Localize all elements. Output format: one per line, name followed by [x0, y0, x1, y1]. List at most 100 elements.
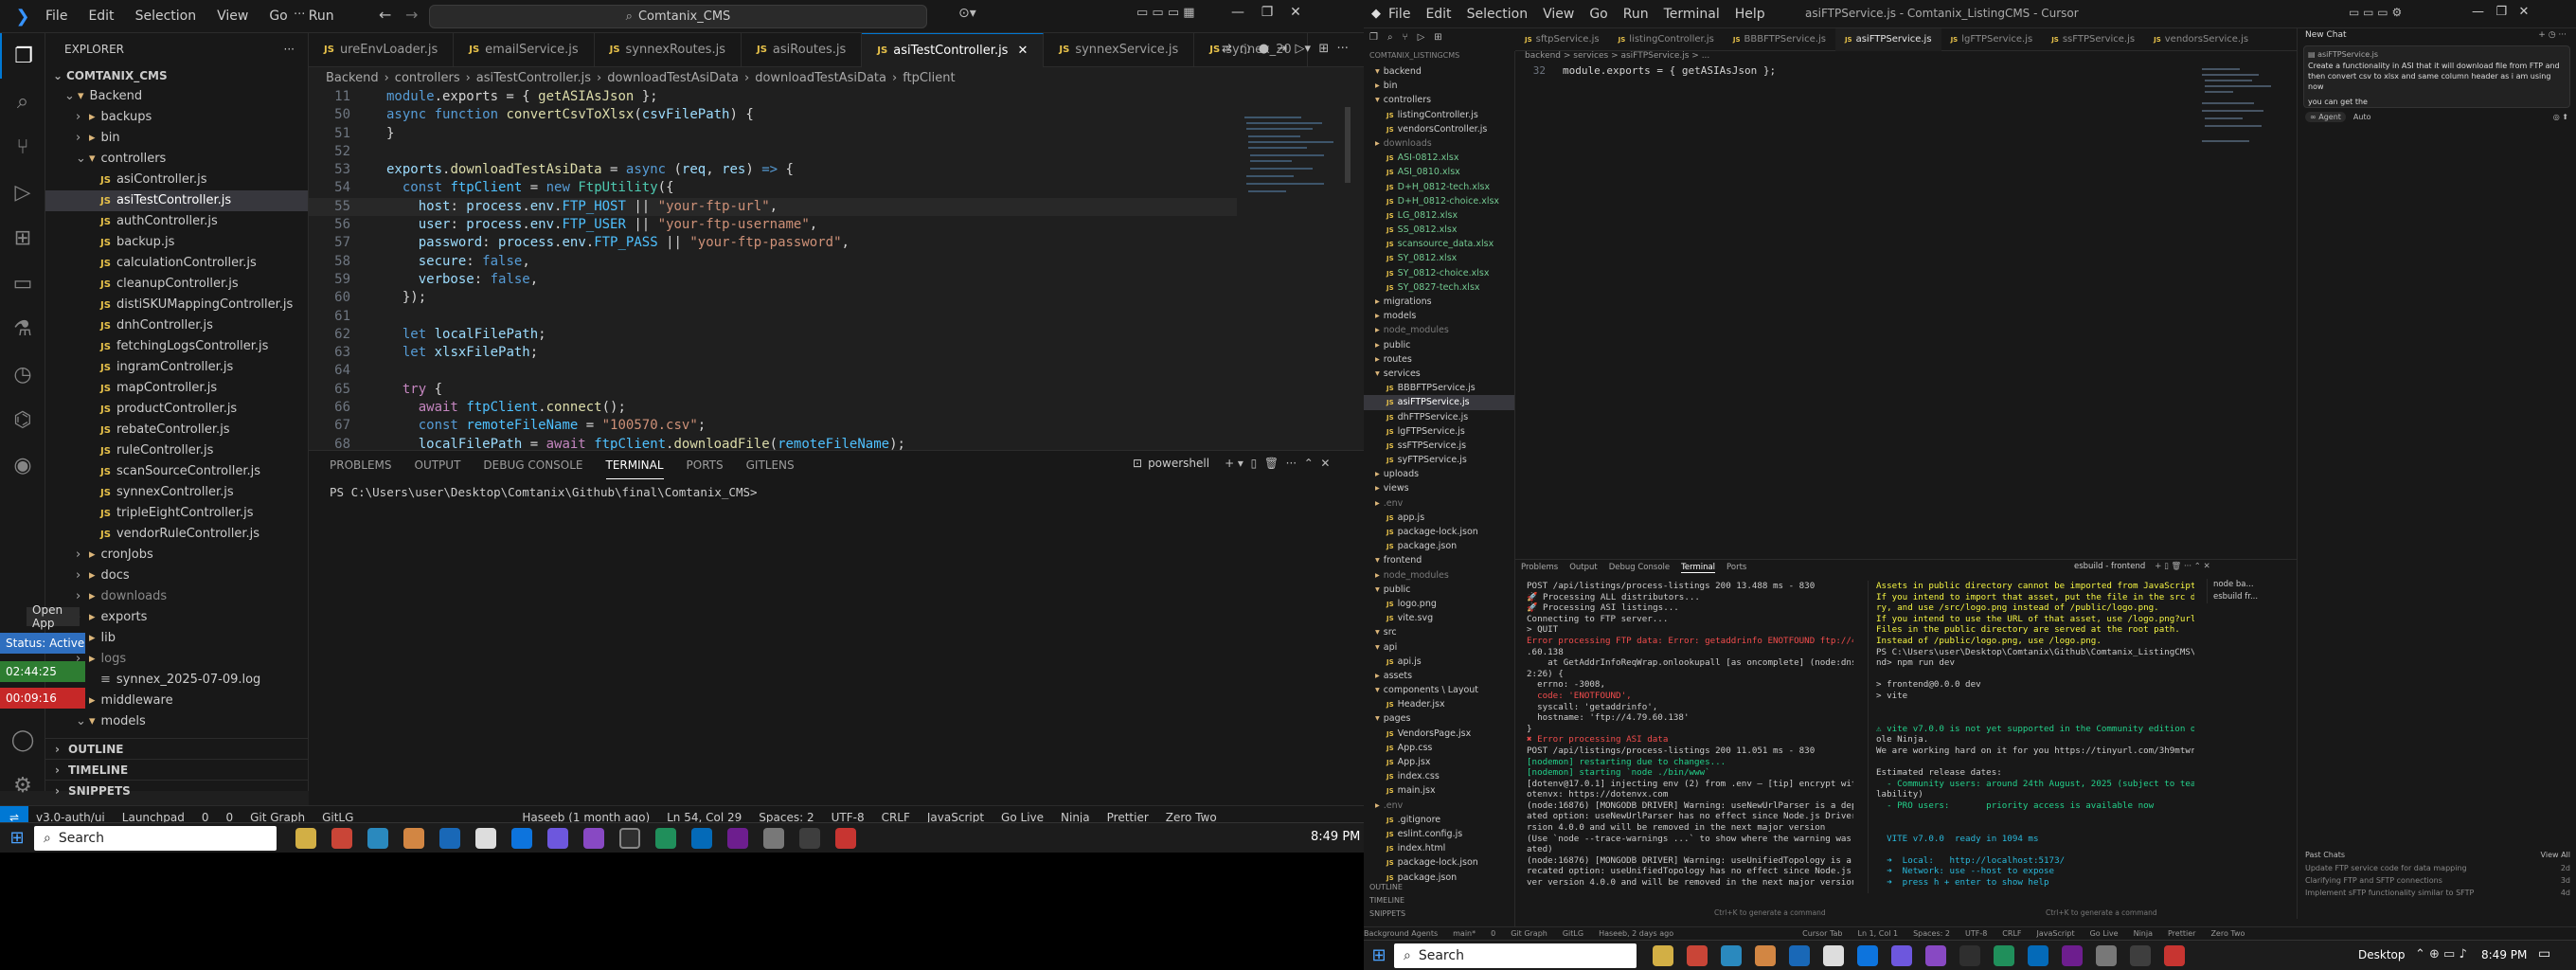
cursor-tree-item[interactable]: ▸ node_modules: [1364, 323, 1514, 337]
cursor-tree-item[interactable]: ▸ routes: [1364, 352, 1514, 367]
layout-icons[interactable]: ▭ ▭ ▭ ▦: [1136, 6, 1195, 20]
cursor-tree-item[interactable]: JS Header.jsx: [1364, 697, 1514, 711]
tree-item[interactable]: JS cleanupController.js: [45, 274, 308, 295]
editor-tab[interactable]: JS ureEnvLoader.js: [309, 32, 455, 67]
taskbar-search[interactable]: ⌕ Search: [1394, 943, 1637, 968]
terminal-instance-item[interactable]: node ba...: [2213, 579, 2297, 591]
tree-item[interactable]: JS dnhController.js: [45, 315, 308, 336]
menu-item-file[interactable]: File: [45, 9, 67, 24]
cursor-tree-item[interactable]: JS logo.png: [1364, 597, 1514, 611]
tree-item[interactable]: JS asiController.js: [45, 170, 308, 190]
menu-item-run[interactable]: Run: [1623, 7, 1649, 22]
workspace-root[interactable]: ⌄ COMTANIX_CMS: [45, 65, 308, 86]
tray-icons[interactable]: ⌃ ⊕ ▭ ♪: [2415, 947, 2467, 961]
terminal-instance-item[interactable]: esbuild fr...: [2213, 591, 2297, 603]
vscode-blue-icon[interactable]: [691, 827, 712, 849]
cursor-tree-item[interactable]: JS D+H_0812-choice.xlsx: [1364, 194, 1514, 208]
cursor-tree-item[interactable]: ▸ node_modules: [1364, 568, 1514, 583]
cursor-tree-item[interactable]: JS listingController.js: [1364, 108, 1514, 122]
cursor-status-item[interactable]: Git Graph: [1511, 929, 1547, 938]
settings-icon[interactable]: [799, 827, 820, 849]
window-controls[interactable]: — ❐ ✕: [2472, 5, 2529, 19]
cursor-tree-item[interactable]: JS vite.svg: [1364, 611, 1514, 625]
source-control-icon[interactable]: ⑂: [1403, 32, 1408, 43]
desktop-label[interactable]: Desktop: [2358, 948, 2406, 961]
breadcrumb-item[interactable]: Backend: [326, 71, 379, 85]
cursor-panel-tab[interactable]: Debug Console: [1609, 563, 1670, 572]
settings-icon[interactable]: [2130, 944, 2151, 966]
cursor-tree-item[interactable]: JS package-lock.json: [1364, 525, 1514, 539]
search-icon[interactable]: ⌕: [0, 79, 45, 124]
onenote-icon[interactable]: [2062, 944, 2083, 966]
past-chat-item[interactable]: Update FTP service code for data mapping…: [2305, 862, 2570, 874]
github-icon[interactable]: [1823, 944, 1844, 966]
windows-start-icon[interactable]: ⊞: [0, 828, 34, 848]
cursor-panel-tab[interactable]: Ports: [1726, 563, 1746, 572]
cursor-tree-item[interactable]: JS lgFTPService.js: [1364, 424, 1514, 439]
menu-item-edit[interactable]: Edit: [88, 9, 114, 24]
editor-tab[interactable]: JS synnexRoutes.js: [595, 32, 742, 67]
tree-item[interactable]: JS fetchingLogsController.js: [45, 336, 308, 357]
cursor-status-item[interactable]: main*: [1453, 929, 1476, 938]
source-control-icon[interactable]: ⑂: [0, 124, 45, 170]
cursor-editor-tab[interactable]: JS asiFTPService.js: [1834, 27, 1941, 51]
cursor-panel-tab[interactable]: Output: [1569, 563, 1598, 572]
cursor-section[interactable]: OUTLINE: [1369, 881, 1405, 894]
past-chat-item[interactable]: Clarifying FTP and SFTP connections 3d: [2305, 874, 2570, 887]
python-icon[interactable]: ⌬: [0, 397, 45, 442]
tree-item[interactable]: JS rebateController.js: [45, 420, 308, 440]
cursor-tree-item[interactable]: JS SY_0812-choice.xlsx: [1364, 266, 1514, 280]
more-icon[interactable]: ···: [294, 8, 305, 22]
cursor-tree-item[interactable]: JS index.css: [1364, 769, 1514, 783]
breadcrumb-item[interactable]: downloadTestAsiData: [755, 71, 886, 85]
terminal-instance[interactable]: ⊡ powershell + ▾ ▯ 🗑 ··· ⌃ ✕: [1133, 457, 1331, 470]
cursor-tree-item[interactable]: JS index.html: [1364, 841, 1514, 855]
settings-gear-icon[interactable]: ⚙: [0, 763, 45, 808]
cursor-tree-item[interactable]: ▾ public: [1364, 583, 1514, 597]
cursor-tree-item[interactable]: JS VendorsPage.jsx: [1364, 727, 1514, 741]
breadcrumb-item[interactable]: controllers: [395, 71, 460, 85]
cursor-tree-item[interactable]: JS api.js: [1364, 655, 1514, 669]
search-icon[interactable]: ⌕: [1387, 32, 1393, 43]
cursor-tree-item[interactable]: ▸ models: [1364, 309, 1514, 323]
tree-item[interactable]: JS backup.js: [45, 232, 308, 253]
cursor-tree-item[interactable]: ▸ migrations: [1364, 295, 1514, 309]
cursor-tree-item[interactable]: JS .gitignore: [1364, 813, 1514, 827]
cursor-code-editor[interactable]: 32 module.exports = { getASIAsJson };: [1525, 64, 2297, 78]
zoom-icon[interactable]: [1789, 944, 1810, 966]
panel-tab-debug-console[interactable]: DEBUG CONSOLE: [483, 451, 582, 479]
tree-item[interactable]: ⌄ ▾ Backend: [45, 86, 308, 107]
cursor-tree-item[interactable]: JS main.jsx: [1364, 783, 1514, 798]
tree-item[interactable]: JS asiTestController.js: [45, 190, 308, 211]
cursor-tree-item[interactable]: JS package.json: [1364, 539, 1514, 553]
menu-item-selection[interactable]: Selection: [135, 9, 197, 24]
tree-item[interactable]: › ▸ docs: [45, 566, 308, 586]
github-icon[interactable]: [475, 827, 496, 849]
cursor-tree-item[interactable]: JS App.css: [1364, 741, 1514, 755]
cursor-tree-item[interactable]: JS ASI-0812.xlsx: [1364, 151, 1514, 165]
cursor-status-item[interactable]: Cursor Tab: [1802, 929, 1842, 938]
cursor-tree-item[interactable]: JS LG_0812.xlsx: [1364, 208, 1514, 223]
cursor-status-item[interactable]: UTF-8: [1965, 929, 1987, 938]
panel-tab-terminal[interactable]: TERMINAL: [605, 451, 664, 479]
tree-item[interactable]: JS authController.js: [45, 211, 308, 232]
menu-item-run[interactable]: Run: [309, 9, 334, 24]
app-icon[interactable]: [2164, 944, 2185, 966]
cursor-minimap[interactable]: [2197, 64, 2282, 254]
cursor-editor-tab[interactable]: JS ssFTPService.js: [2042, 28, 2144, 51]
panel-tab-gitlens[interactable]: GITLENS: [746, 451, 795, 479]
cursor-tree-item[interactable]: JS App.jsx: [1364, 755, 1514, 769]
excel-icon[interactable]: [655, 827, 676, 849]
terminal-output[interactable]: PS C:\Users\user\Desktop\Comtanix\Github…: [309, 479, 1364, 505]
forward-arrow-icon[interactable]: →: [405, 6, 418, 24]
cursor-tree-item[interactable]: JS eslint.config.js: [1364, 827, 1514, 841]
cursor-icon[interactable]: [547, 827, 568, 849]
cursor-tree-item[interactable]: JS vendorsController.js: [1364, 122, 1514, 136]
tree-item[interactable]: JS mapController.js: [45, 378, 308, 399]
cursor-tree-item[interactable]: ▾ frontend: [1364, 553, 1514, 567]
tree-item[interactable]: JS synnexController.js: [45, 482, 308, 503]
cursor-tree-item[interactable]: JS ssFTPService.js: [1364, 439, 1514, 453]
menu-item-terminal[interactable]: Terminal: [1664, 7, 1720, 22]
tree-item[interactable]: › ▸ cronJobs: [45, 545, 308, 566]
cursor-tree-item[interactable]: JS BBBFTPService.js: [1364, 381, 1514, 395]
